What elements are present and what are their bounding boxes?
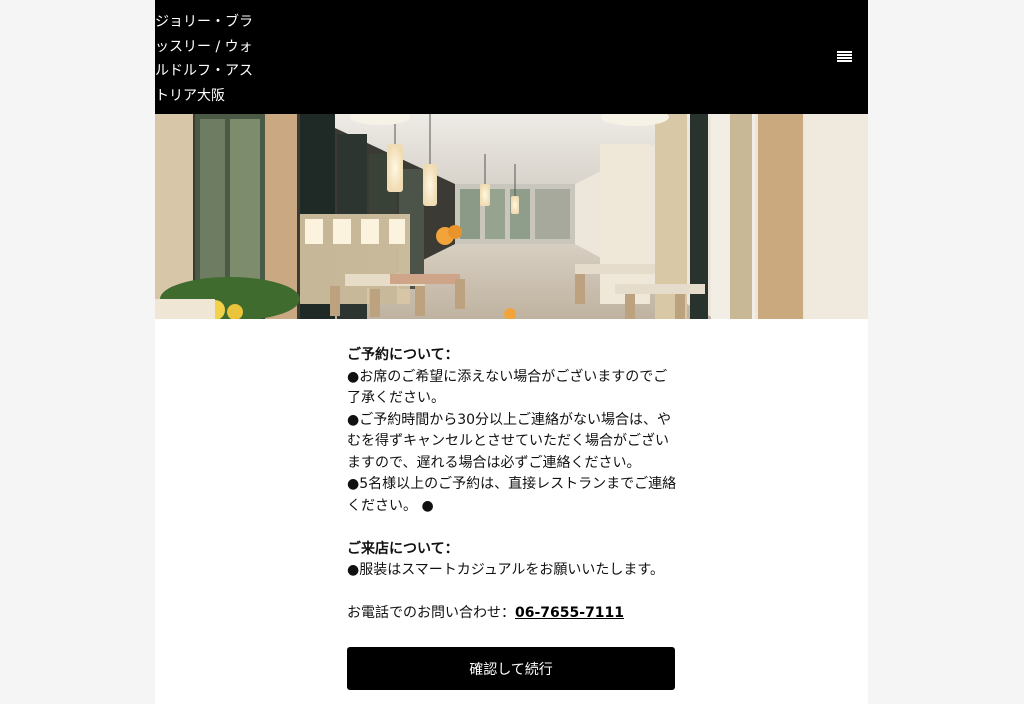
visit-note-1: ●服装はスマートカジュアルをお願いいたします。 — [347, 562, 664, 578]
contact-label: お電話でのお問い合わせ： — [347, 605, 515, 621]
reservation-notes: ご予約について： ●お席のご希望に添えない場合がございますのでご了承ください。 … — [347, 345, 677, 625]
reservation-note-1: ●お席のご希望に添えない場合がございますのでご了承ください。 — [347, 368, 668, 407]
restaurant-name[interactable]: ジョリー・ブラッスリー / ウォルドルフ・アストリア大阪 — [155, 10, 260, 108]
booking-page: ジョリー・ブラッスリー / ウォルドルフ・アストリア大阪 ご予約について： ●お… — [155, 0, 868, 704]
contact-line: お電話でのお問い合わせ：06-7655-7111 — [347, 603, 677, 625]
phone-link[interactable]: 06-7655-7111 — [515, 605, 624, 621]
visit-heading: ご来店について： — [347, 540, 459, 557]
confirm-continue-button[interactable]: 確認して続行 — [347, 647, 675, 690]
site-header: ジョリー・ブラッスリー / ウォルドルフ・アストリア大阪 — [155, 0, 868, 114]
reservation-note-2: ●ご予約時間から30分以上ご連絡がない場合は、やむを得ずキャンセルとさせていただ… — [347, 411, 672, 471]
reservation-heading: ご予約について： — [347, 347, 459, 363]
reservation-note-3: ●5名様以上のご予約は、直接レストランまでご連絡ください。 ● — [347, 476, 677, 514]
restaurant-interior-photo — [155, 114, 868, 319]
hamburger-menu-icon[interactable] — [834, 47, 856, 65]
